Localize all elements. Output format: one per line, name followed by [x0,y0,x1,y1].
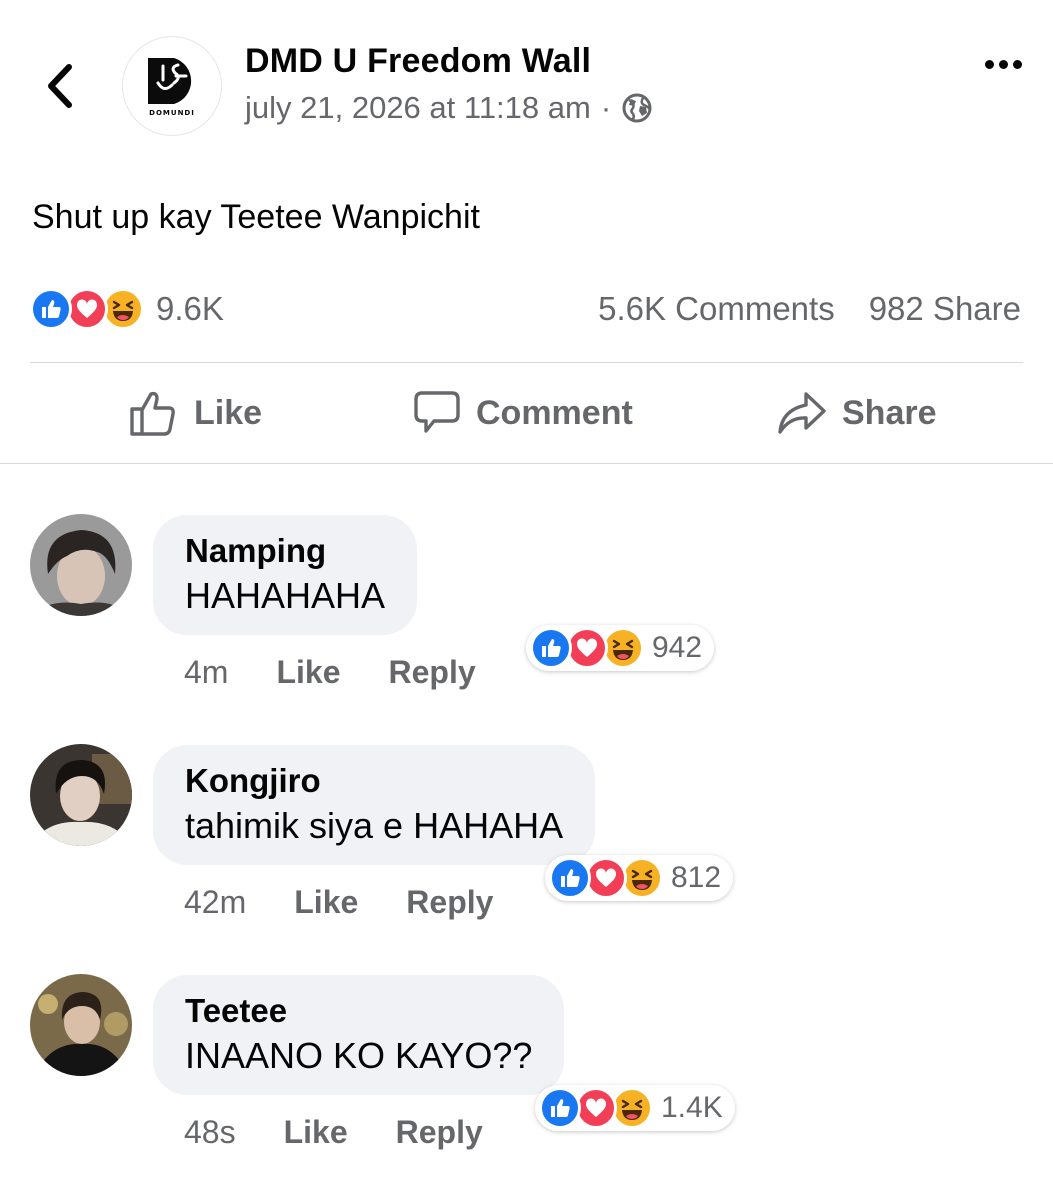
comment-reply-button[interactable]: Reply [396,1114,483,1151]
comment-reaction-count: 812 [671,861,722,894]
post-timestamp[interactable]: july 21, 2026 at 11:18 am [245,90,591,126]
more-dot [984,59,994,69]
speech-bubble-icon [414,391,460,433]
reaction-count: 9.6K [156,290,224,327]
comment-text: HAHAHAHA [185,575,386,616]
love-icon [66,288,108,330]
comment-reactions[interactable]: 812 [545,855,734,901]
divider [0,463,1053,464]
comment-meta: 42m Like Reply [184,884,493,921]
page-name[interactable]: DMD U Freedom Wall [245,42,591,81]
more-dot [1012,59,1022,69]
comment-reactions[interactable]: 942 [526,625,715,671]
domundi-logo-icon [148,57,192,104]
comment-text: tahimik siya e HAHAHA [185,805,564,846]
comment-meta: 4m Like Reply [184,654,476,691]
comment-text: INAANO KO KAYO?? [185,1035,533,1076]
like-button[interactable]: Like [128,380,262,446]
comment-meta: 48s Like Reply [184,1114,483,1151]
comment-label: Comment [476,393,633,432]
comment-time: 42m [184,884,247,920]
reactions-summary[interactable]: 9.6K [30,288,224,330]
comment-button[interactable]: Comment [412,380,633,446]
comment-reactions[interactable]: 1.4K [535,1085,735,1131]
haha-icon [602,627,644,669]
comment-count-link[interactable]: 5.6K Comments [598,290,835,328]
globe-icon [622,93,652,123]
like-icon [549,857,591,899]
page-logo-wordmark: DOMUNDI [149,108,195,117]
commenter-avatar[interactable] [30,744,132,846]
comment-reaction-count: 1.4K [661,1091,723,1124]
more-dot [998,59,1008,69]
comment-time: 48s [184,1114,236,1150]
share-arrow-icon [778,392,826,434]
comment-reaction-count: 942 [652,631,703,664]
share-button[interactable]: Share [776,380,937,446]
like-label: Like [194,393,263,432]
comment-like-button[interactable]: Like [276,654,340,691]
comment-reply-button[interactable]: Reply [406,884,493,921]
comment-like-button[interactable]: Like [294,884,358,921]
thumbs-up-icon [130,391,175,436]
share-label: Share [842,393,937,432]
comment-author[interactable]: Teetee [185,991,532,1031]
comment-like-button[interactable]: Like [284,1114,348,1151]
love-icon [575,1087,617,1129]
page-avatar[interactable]: DOMUNDI [122,36,222,136]
divider [30,362,1023,363]
share-count-link[interactable]: 982 Share [869,290,1021,328]
comment-reply-button[interactable]: Reply [388,654,475,691]
comment-bubble: Kongjiro tahimik siya e HAHAHA [153,745,596,865]
post-text: Shut up kay Teetee Wanpichit [32,198,480,236]
comment-bubble: Teetee INAANO KO KAYO?? [153,975,565,1095]
post-meta: july 21, 2026 at 11:18 am · [245,90,653,126]
like-icon [530,627,572,669]
more-options-button[interactable] [978,46,1028,82]
comment-author[interactable]: Namping [185,531,385,571]
haha-icon [621,857,663,899]
love-icon [585,857,627,899]
commenter-avatar[interactable] [30,974,132,1076]
haha-icon [611,1087,653,1129]
meta-separator: · [600,90,612,125]
like-icon [539,1087,581,1129]
chevron-left-icon [48,64,72,108]
back-button[interactable] [38,58,82,114]
comment-bubble: Namping HAHAHAHA [153,515,418,635]
haha-icon [102,288,144,330]
post-stats: 5.6K Comments 982 Share [598,290,1021,328]
love-icon [566,627,608,669]
comment-time: 4m [184,654,229,690]
like-icon [30,288,72,330]
comment-author[interactable]: Kongjiro [185,761,563,801]
commenter-avatar[interactable] [30,514,132,616]
